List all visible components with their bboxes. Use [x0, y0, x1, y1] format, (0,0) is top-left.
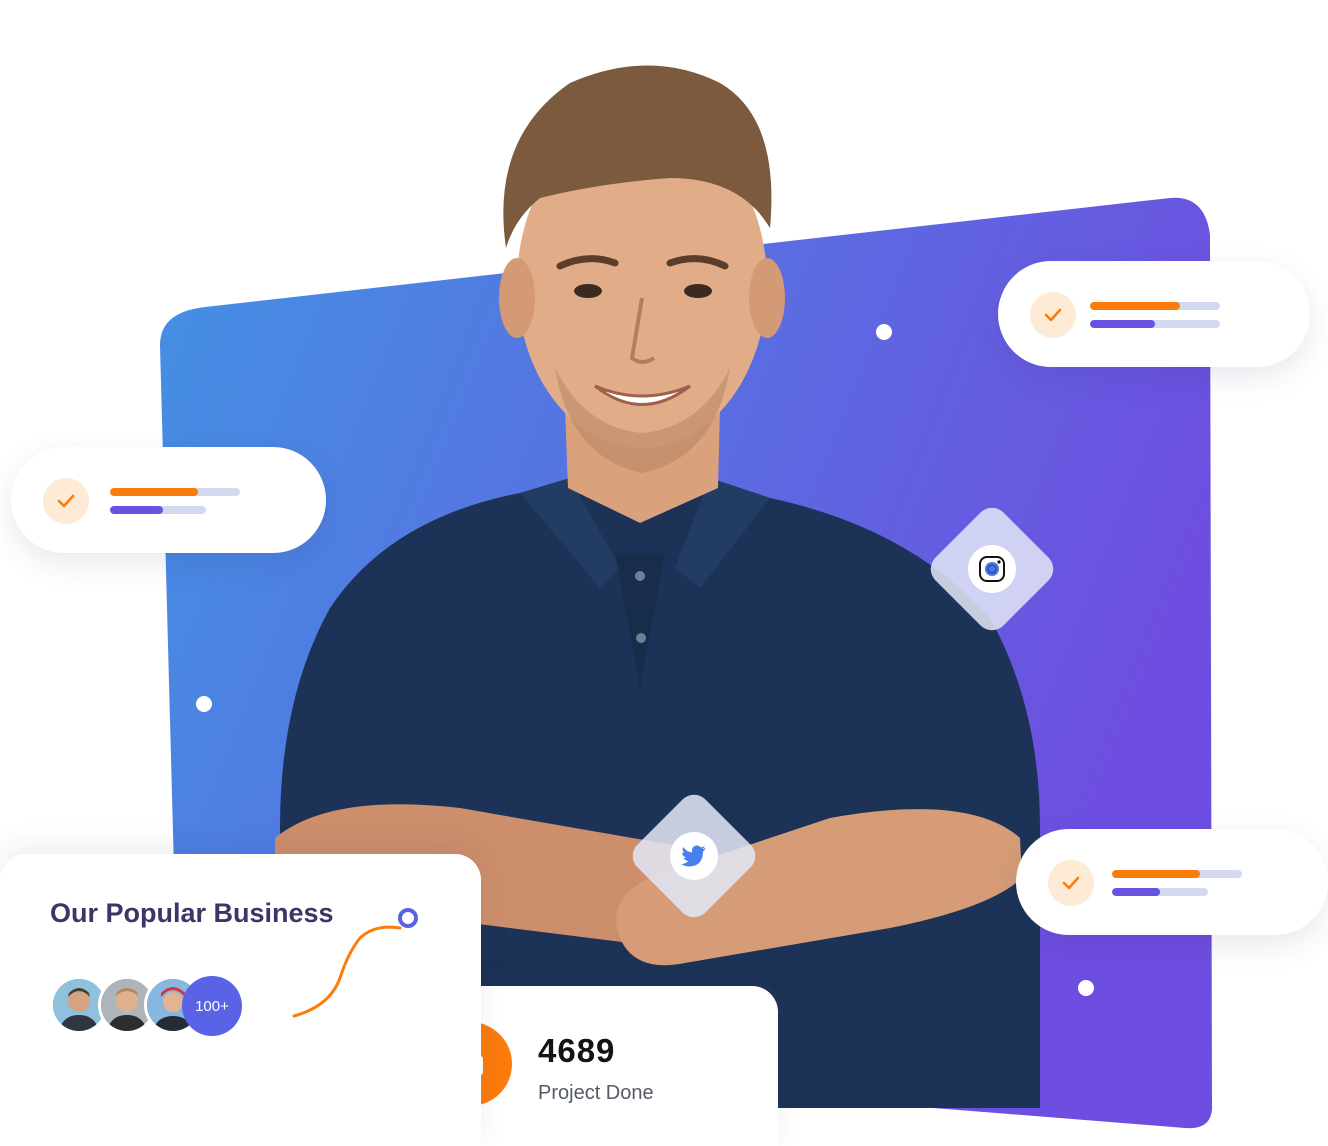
project-count: 4689 — [538, 1032, 616, 1069]
hero-illustration: 4689 Project Done Our Popular Business 1… — [0, 0, 1328, 1146]
check-icon — [1048, 860, 1094, 906]
decor-dot — [196, 696, 212, 712]
project-label: Project Done — [538, 1082, 654, 1104]
progress-fill — [1112, 870, 1201, 878]
check-icon — [43, 478, 89, 524]
progress-bar — [1090, 320, 1220, 328]
decor-dot — [1078, 980, 1094, 996]
twitter-icon[interactable] — [670, 832, 718, 880]
progress-bar — [1112, 888, 1208, 896]
status-card — [11, 447, 326, 553]
status-card — [998, 261, 1310, 367]
instagram-icon[interactable] — [968, 545, 1016, 593]
progress-bar — [110, 488, 240, 496]
progress-bar — [1112, 870, 1242, 878]
progress-bar — [1090, 302, 1220, 310]
decor-curve — [292, 908, 418, 1018]
progress-fill — [1090, 302, 1180, 310]
progress-fill — [110, 506, 163, 514]
progress-fill — [110, 488, 199, 496]
status-card — [1016, 829, 1328, 935]
progress-fill — [1112, 888, 1160, 896]
avatar-count-badge: 100+ — [182, 976, 242, 1036]
progress-bar — [110, 506, 206, 514]
progress-fill — [1090, 320, 1155, 328]
check-icon — [1030, 292, 1076, 338]
